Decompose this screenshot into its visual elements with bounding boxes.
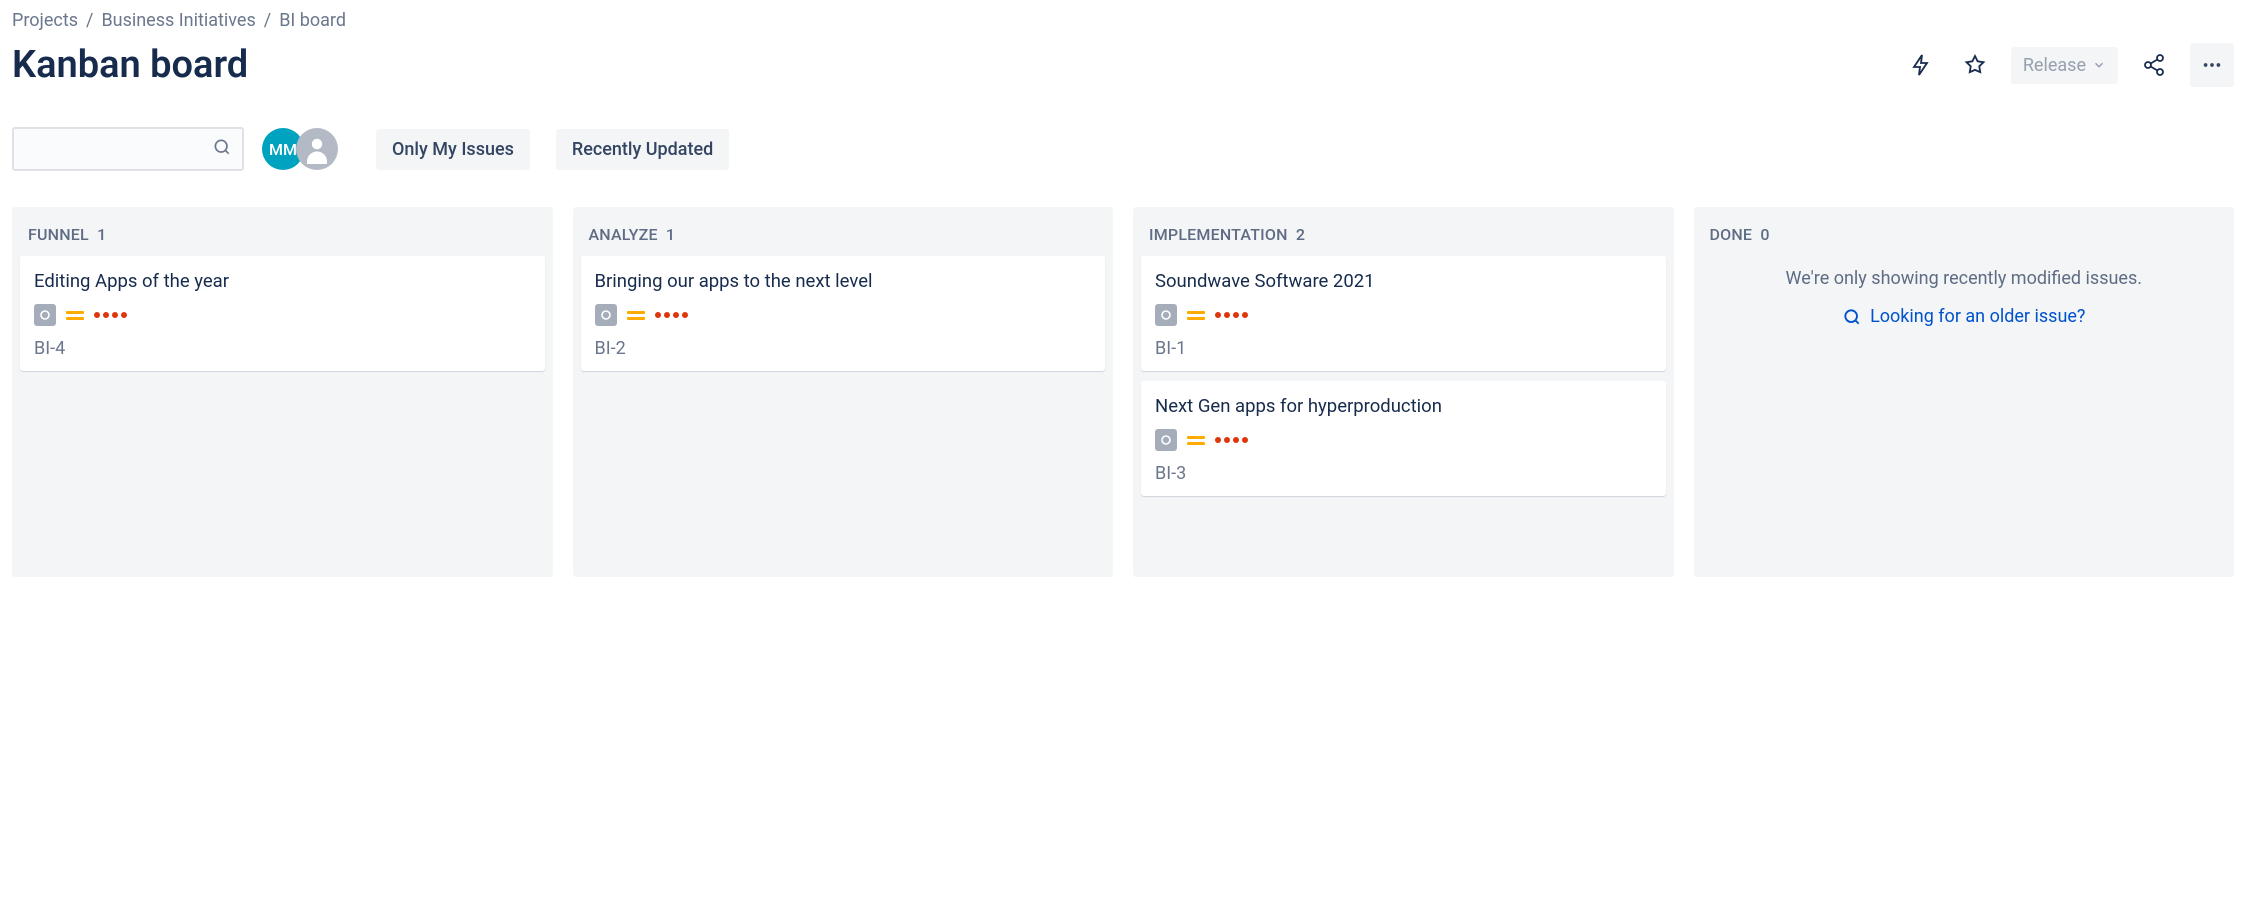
priority-icon — [627, 311, 645, 320]
search-icon — [1842, 307, 1862, 327]
release-label: Release — [2023, 55, 2086, 76]
issue-key: BI-3 — [1155, 463, 1652, 484]
header-actions: Release — [1903, 43, 2234, 87]
column-count: 0 — [1760, 225, 1769, 244]
search-input[interactable] — [12, 127, 244, 171]
card[interactable]: Soundwave Software 2021 BI-1 — [1141, 256, 1666, 371]
chevron-down-icon — [2092, 58, 2106, 72]
breadcrumbs: Projects / Business Initiatives / BI boa… — [12, 10, 2234, 31]
more-button[interactable] — [2190, 43, 2234, 87]
column-implementation: IMPLEMENTATION 2 Soundwave Software 2021… — [1133, 207, 1674, 577]
avatar-unassigned[interactable] — [296, 128, 338, 170]
column-name: DONE — [1710, 225, 1753, 244]
column-header: DONE 0 — [1694, 207, 2235, 248]
automation-icon[interactable] — [1903, 47, 1939, 83]
share-icon[interactable] — [2136, 47, 2172, 83]
recently-updated-button[interactable]: Recently Updated — [556, 129, 729, 170]
status-dots-icon — [1215, 312, 1248, 318]
only-my-issues-button[interactable]: Only My Issues — [376, 129, 530, 170]
breadcrumb-sep: / — [264, 10, 271, 31]
status-dots-icon — [94, 312, 127, 318]
priority-icon — [1187, 311, 1205, 320]
card-title: Soundwave Software 2021 — [1155, 270, 1652, 292]
priority-icon — [66, 311, 84, 320]
column-name: FUNNEL — [28, 225, 89, 244]
release-button[interactable]: Release — [2011, 47, 2118, 84]
page-title: Kanban board — [12, 43, 1903, 87]
column-funnel: FUNNEL 1 Editing Apps of the year BI-4 — [12, 207, 553, 577]
issue-key: BI-2 — [595, 338, 1092, 359]
search-field[interactable] — [24, 140, 212, 158]
more-icon — [2201, 54, 2223, 76]
breadcrumb-project[interactable]: Business Initiatives — [101, 10, 255, 31]
person-icon — [302, 134, 332, 164]
column-name: ANALYZE — [589, 225, 658, 244]
kanban-board: FUNNEL 1 Editing Apps of the year BI-4 A… — [12, 207, 2234, 577]
breadcrumb-board[interactable]: BI board — [279, 10, 346, 31]
priority-icon — [1187, 436, 1205, 445]
card-title: Next Gen apps for hyperproduction — [1155, 395, 1652, 417]
issue-type-icon — [1155, 304, 1177, 326]
issue-key: BI-4 — [34, 338, 531, 359]
column-name: IMPLEMENTATION — [1149, 225, 1288, 244]
column-header: IMPLEMENTATION 2 — [1133, 207, 1674, 248]
card[interactable]: Bringing our apps to the next level BI-2 — [581, 256, 1106, 371]
column-analyze: ANALYZE 1 Bringing our apps to the next … — [573, 207, 1114, 577]
issue-type-icon — [595, 304, 617, 326]
card-title: Bringing our apps to the next level — [595, 270, 1092, 292]
older-issue-label: Looking for an older issue? — [1870, 306, 2085, 327]
column-header: FUNNEL 1 — [12, 207, 553, 248]
breadcrumb-projects[interactable]: Projects — [12, 10, 78, 31]
issue-key: BI-1 — [1155, 338, 1652, 359]
issue-type-icon — [1155, 429, 1177, 451]
column-count: 2 — [1296, 225, 1305, 244]
status-dots-icon — [655, 312, 688, 318]
card-title: Editing Apps of the year — [34, 270, 531, 292]
avatar-group: MM — [262, 128, 338, 170]
done-message: We're only showing recently modified iss… — [1694, 248, 2235, 292]
column-done: DONE 0 We're only showing recently modif… — [1694, 207, 2235, 577]
star-icon[interactable] — [1957, 47, 1993, 83]
card[interactable]: Editing Apps of the year BI-4 — [20, 256, 545, 371]
older-issue-link[interactable]: Looking for an older issue? — [1694, 306, 2235, 327]
breadcrumb-sep: / — [86, 10, 93, 31]
search-icon — [212, 137, 232, 161]
issue-type-icon — [34, 304, 56, 326]
column-count: 1 — [97, 225, 106, 244]
column-header: ANALYZE 1 — [573, 207, 1114, 248]
column-count: 1 — [666, 225, 675, 244]
status-dots-icon — [1215, 437, 1248, 443]
card[interactable]: Next Gen apps for hyperproduction BI-3 — [1141, 381, 1666, 496]
